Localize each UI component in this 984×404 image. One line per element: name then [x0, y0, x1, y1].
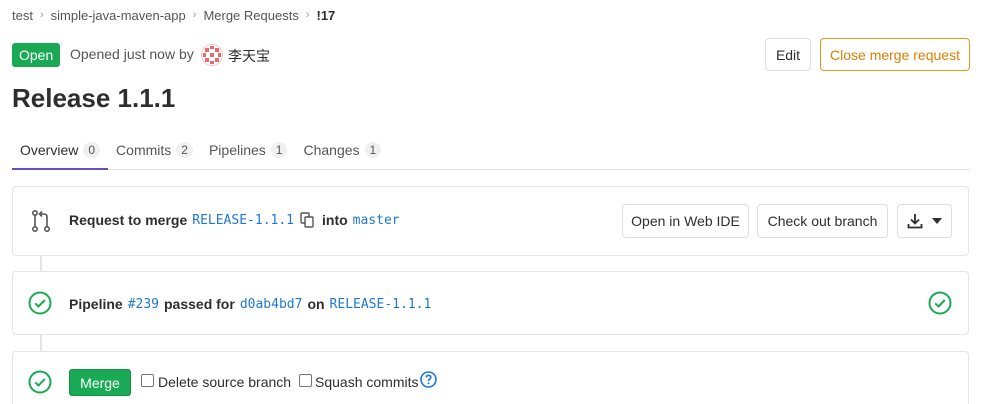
pipeline-on-text: on	[307, 296, 325, 312]
merge-request-prefix: Request to merge	[69, 212, 188, 228]
open-web-ide-button[interactable]: Open in Web IDE	[622, 204, 749, 238]
status-success-icon	[28, 370, 52, 394]
check-out-branch-button[interactable]: Check out branch	[757, 204, 888, 238]
close-merge-request-button[interactable]: Close merge request	[820, 38, 970, 71]
author-name[interactable]: 李天宝	[228, 46, 270, 66]
status-badge: Open	[12, 43, 61, 67]
breadcrumb-item-project[interactable]: simple-java-maven-app	[51, 8, 186, 23]
chevron-right-icon: ›	[192, 9, 197, 21]
avatar[interactable]	[201, 44, 223, 66]
avatar-image	[201, 44, 223, 66]
question-circle-icon[interactable]	[420, 371, 437, 388]
merge-request-description: Request to merge RELEASE-1.1.1 into mast…	[69, 211, 400, 229]
tab-count-badge: 1	[270, 141, 288, 158]
pipeline-id-link[interactable]: #239	[128, 297, 159, 312]
pipeline-status-text: Pipeline #239 passed for d0ab4bd7 on REL…	[69, 295, 431, 313]
target-branch-link[interactable]: master	[353, 213, 400, 228]
tab-label: Commits	[116, 141, 172, 158]
pipeline-branch-link[interactable]: RELEASE-1.1.1	[330, 297, 432, 312]
tab-label: Overview	[20, 141, 79, 158]
status-success-icon[interactable]	[28, 291, 52, 315]
delete-source-branch-label[interactable]: Delete source branch	[158, 374, 291, 390]
stage-success-icon[interactable]	[928, 291, 952, 315]
breadcrumb-item-current[interactable]: !17	[317, 8, 336, 23]
tab-pipelines[interactable]: Pipelines 1	[201, 130, 296, 169]
merge-request-tabs: Overview 0 Commits 2 Pipelines 1 Changes…	[12, 130, 970, 170]
page-title: Release 1.1.1	[12, 83, 176, 113]
download-icon	[907, 214, 923, 229]
opened-text: Opened just now by	[70, 46, 194, 62]
tab-overview[interactable]: Overview 0	[12, 130, 109, 170]
timeline-connector	[40, 335, 42, 351]
merge-button[interactable]: Merge	[69, 369, 131, 396]
tab-count-badge: 0	[83, 141, 101, 158]
merge-request-icon	[31, 209, 51, 232]
delete-source-branch-checkbox[interactable]	[141, 374, 154, 387]
squash-commits-label[interactable]: Squash commits	[315, 374, 418, 390]
merge-into-text: into	[322, 212, 348, 228]
breadcrumb-item-merge-requests[interactable]: Merge Requests	[203, 8, 298, 23]
tab-label: Pipelines	[208, 141, 266, 158]
pipeline-status: passed for	[164, 296, 235, 312]
source-branch-link[interactable]: RELEASE-1.1.1	[192, 213, 294, 228]
tab-count-badge: 2	[176, 141, 193, 158]
merge-card	[12, 351, 969, 404]
copy-icon[interactable]	[300, 212, 314, 228]
edit-button[interactable]: Edit	[765, 38, 811, 71]
tab-count-badge: 1	[364, 141, 382, 158]
commit-sha-link[interactable]: d0ab4bd7	[240, 297, 303, 312]
squash-commits-checkbox[interactable]	[299, 374, 312, 387]
tab-commits[interactable]: Commits 2	[108, 130, 201, 169]
download-dropdown-button[interactable]	[897, 204, 952, 238]
breadcrumb: test › simple-java-maven-app › Merge Req…	[12, 7, 335, 23]
timeline-connector	[40, 256, 42, 271]
tab-label: Changes	[303, 141, 360, 158]
chevron-down-icon	[932, 218, 942, 224]
pipeline-label: Pipeline	[69, 296, 123, 312]
chevron-right-icon: ›	[305, 9, 310, 21]
tab-changes[interactable]: Changes 1	[295, 130, 389, 169]
breadcrumb-item-group[interactable]: test	[12, 8, 33, 23]
chevron-right-icon: ›	[39, 9, 44, 21]
